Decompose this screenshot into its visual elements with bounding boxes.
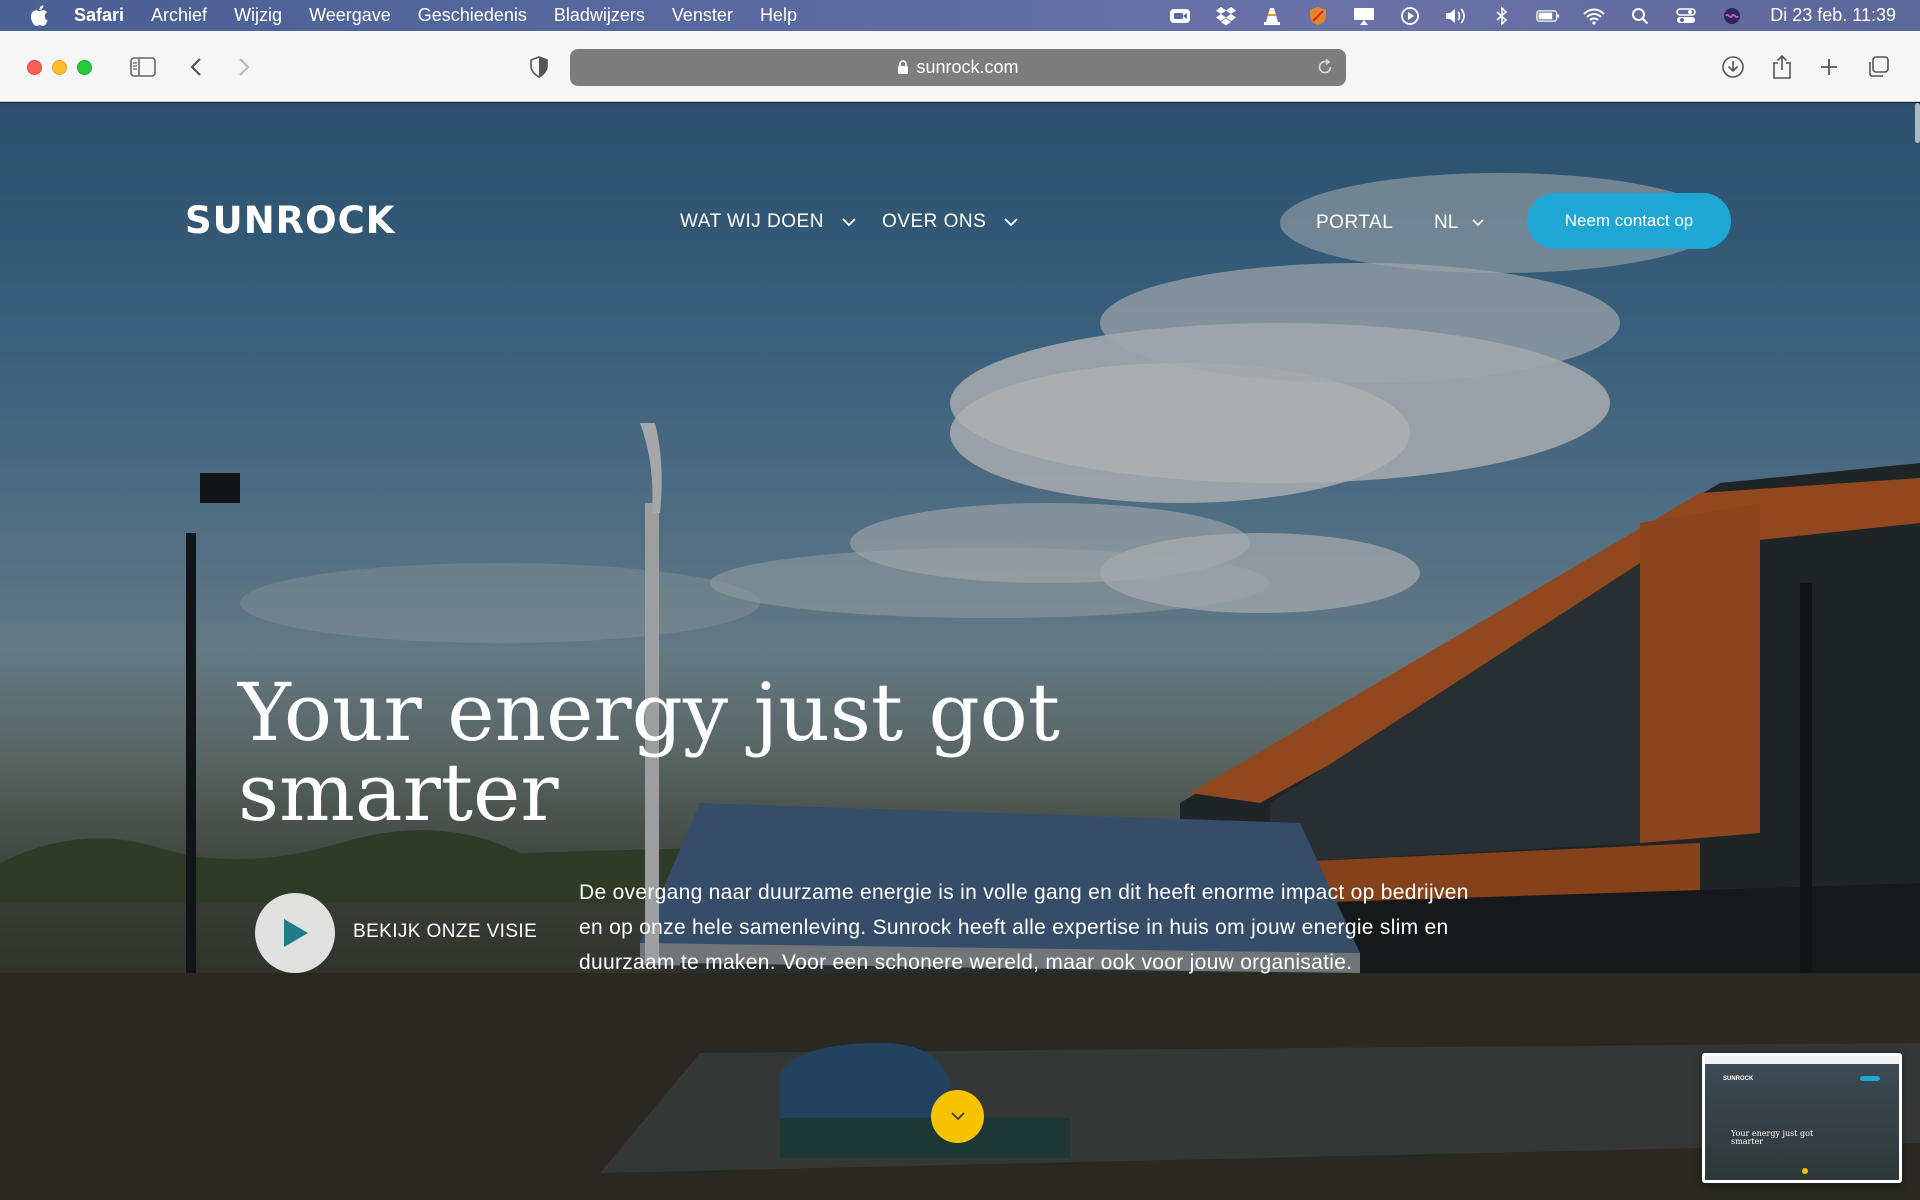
reload-icon[interactable] bbox=[1316, 58, 1334, 81]
hero-overlay bbox=[0, 103, 1920, 1200]
play-video-button[interactable] bbox=[255, 893, 335, 973]
shield-app-icon[interactable] bbox=[1306, 5, 1330, 27]
siri-icon[interactable] bbox=[1720, 5, 1744, 27]
menu-bar: Safari Archief Wijzig Weergave Geschiede… bbox=[0, 0, 1920, 31]
control-center-icon[interactable] bbox=[1674, 5, 1698, 27]
new-tab-plus-icon[interactable] bbox=[1813, 51, 1845, 83]
nav-portal-link[interactable]: PORTAL bbox=[1316, 212, 1393, 234]
screenshot-thumbnail[interactable]: SUNROCK Your energy just got smarter bbox=[1702, 1053, 1902, 1183]
sidebar-toggle-icon[interactable] bbox=[127, 51, 159, 83]
nav-over-ons[interactable]: OVER ONS bbox=[882, 211, 1018, 233]
menu-geschiedenis[interactable]: Geschiedenis bbox=[418, 5, 527, 26]
play-icon bbox=[284, 919, 308, 947]
page-scrollbar[interactable] bbox=[1915, 103, 1920, 143]
nav-wat-wij-doen[interactable]: WAT WIJ DOEN bbox=[680, 211, 856, 233]
url-text: sunrock.com bbox=[916, 57, 1019, 77]
menu-help[interactable]: Help bbox=[760, 5, 797, 26]
video-camera-icon[interactable] bbox=[1168, 5, 1192, 27]
menu-venster[interactable]: Venster bbox=[672, 5, 733, 26]
volume-icon[interactable] bbox=[1444, 5, 1468, 27]
menu-app-safari[interactable]: Safari bbox=[74, 5, 124, 26]
vlc-cone-icon[interactable] bbox=[1260, 5, 1284, 27]
nav-over-ons-label: OVER ONS bbox=[882, 211, 987, 232]
chevron-down-icon bbox=[1004, 217, 1018, 227]
chevron-down-icon bbox=[1472, 219, 1484, 227]
chevron-down-icon bbox=[842, 217, 856, 227]
nav-wat-wij-doen-label: WAT WIJ DOEN bbox=[680, 211, 824, 232]
apple-menu-icon[interactable] bbox=[28, 5, 50, 27]
sunrock-logo[interactable]: SUNROCK bbox=[185, 199, 395, 242]
thumbnail-logo: SUNROCK bbox=[1723, 1076, 1754, 1082]
battery-icon[interactable] bbox=[1536, 5, 1560, 27]
forward-arrow-icon[interactable] bbox=[228, 51, 260, 83]
spotlight-search-icon[interactable] bbox=[1628, 5, 1652, 27]
downloads-icon[interactable] bbox=[1717, 51, 1749, 83]
airplay-display-icon[interactable] bbox=[1352, 5, 1376, 27]
scroll-down-button[interactable] bbox=[931, 1090, 984, 1143]
menu-archief[interactable]: Archief bbox=[151, 5, 207, 26]
contact-button[interactable]: Neem contact op bbox=[1527, 193, 1731, 249]
menu-bladwijzers[interactable]: Bladwijzers bbox=[554, 5, 645, 26]
language-selector-label: NL bbox=[1434, 212, 1459, 233]
menubar-clock[interactable]: Di 23 feb. 11:39 bbox=[1770, 5, 1896, 26]
back-arrow-icon[interactable] bbox=[180, 51, 212, 83]
bluetooth-icon[interactable] bbox=[1490, 5, 1514, 27]
chevron-down-icon bbox=[950, 1112, 965, 1121]
language-selector[interactable]: NL bbox=[1434, 212, 1484, 234]
browser-toolbar: sunrock.com bbox=[0, 31, 1920, 102]
close-window-button[interactable] bbox=[27, 60, 42, 75]
hero-title: Your energy just got smarter bbox=[238, 666, 1060, 839]
lock-icon bbox=[897, 60, 909, 75]
dropbox-icon[interactable] bbox=[1214, 5, 1238, 27]
thumbnail-preview bbox=[1705, 1056, 1899, 1180]
menu-wijzig[interactable]: Wijzig bbox=[234, 5, 282, 26]
play-circle-icon[interactable] bbox=[1398, 5, 1422, 27]
tab-overview-icon[interactable] bbox=[1862, 51, 1894, 83]
thumbnail-contact-button bbox=[1860, 1076, 1880, 1081]
menu-weergave[interactable]: Weergave bbox=[309, 5, 391, 26]
minimize-window-button[interactable] bbox=[52, 60, 67, 75]
thumbnail-title: Your energy just got smarter bbox=[1731, 1129, 1814, 1146]
webpage-hero: SUNROCK WAT WIJ DOEN OVER ONS PORTAL NL … bbox=[0, 103, 1920, 1200]
share-icon[interactable] bbox=[1766, 51, 1798, 83]
fullscreen-window-button[interactable] bbox=[77, 60, 92, 75]
privacy-shield-icon[interactable] bbox=[523, 51, 555, 83]
address-bar[interactable]: sunrock.com bbox=[570, 49, 1346, 86]
play-video-label[interactable]: BEKIJK ONZE VISIE bbox=[353, 921, 537, 943]
thumbnail-scroll-dot bbox=[1802, 1168, 1808, 1174]
hero-intro-text: De overgang naar duurzame energie is in … bbox=[579, 881, 1469, 974]
wifi-icon[interactable] bbox=[1582, 5, 1606, 27]
